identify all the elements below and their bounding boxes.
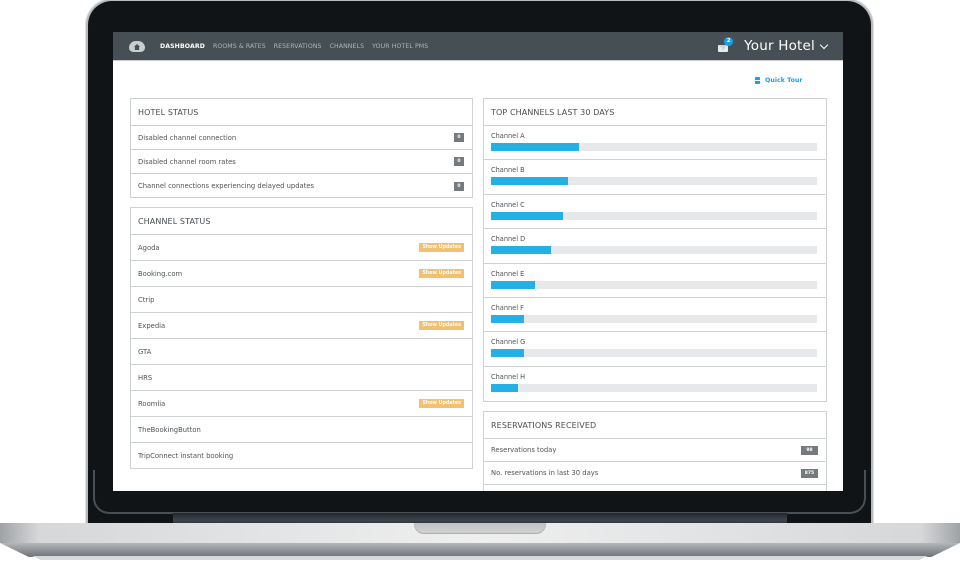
count-badge: 0 bbox=[454, 181, 464, 191]
channel-name: Expedia bbox=[138, 321, 166, 330]
panel-title: HOTEL STATUS bbox=[131, 99, 472, 126]
nav-dashboard[interactable]: DASHBOARD bbox=[160, 43, 205, 50]
channel-bar-row: Channel E bbox=[484, 264, 826, 298]
channel-status-row: Booking.com Show Updates bbox=[131, 261, 472, 287]
book-icon bbox=[755, 77, 760, 84]
channel-name: Booking.com bbox=[138, 269, 183, 278]
channel-bar-fill bbox=[491, 314, 524, 323]
show-updates-button[interactable]: Show Updates bbox=[419, 243, 464, 252]
show-updates-button[interactable]: Show Updates bbox=[419, 399, 464, 408]
channel-status-row: Agoda Show Updates bbox=[131, 235, 472, 261]
channel-bar-label: Channel B bbox=[491, 166, 525, 175]
laptop-base-notch bbox=[414, 523, 546, 534]
laptop-base-bevel bbox=[0, 543, 960, 557]
channel-bar-row: Channel C bbox=[484, 195, 826, 230]
channel-name: Ctrip bbox=[138, 295, 155, 304]
count-badge: 0 bbox=[454, 157, 464, 166]
mail-count-badge: 2 bbox=[724, 36, 734, 46]
channel-bar-fill bbox=[491, 143, 580, 151]
channel-bar-track bbox=[491, 280, 817, 289]
channel-bar-fill bbox=[491, 280, 535, 289]
channel-status-panel: CHANNEL STATUS Agoda Show Updates Booking.… bbox=[130, 207, 473, 469]
reservations-panel: RESERVATIONS RECEIVED Reservations today… bbox=[483, 411, 827, 491]
channel-name: Agoda bbox=[138, 243, 160, 252]
laptop-base-foot bbox=[32, 556, 928, 560]
channel-name: TripConnect instant booking bbox=[138, 452, 234, 460]
quick-tour-link[interactable]: Quick Tour bbox=[755, 77, 802, 84]
channel-name: Roomlia bbox=[138, 399, 166, 408]
channel-bar-track bbox=[491, 246, 817, 255]
channel-name: HRS bbox=[138, 373, 153, 382]
channel-name: TheBookingButton bbox=[138, 425, 201, 434]
channel-bar-fill bbox=[491, 383, 519, 392]
channel-bar-track bbox=[491, 211, 817, 220]
channel-bar-track bbox=[491, 349, 817, 358]
channel-status-row: TheBookingButton bbox=[131, 417, 472, 443]
status-row: Disabled channel connection 0 bbox=[131, 126, 472, 150]
reservation-label: Reservations today bbox=[491, 446, 557, 454]
channel-bar-label: Channel D bbox=[491, 235, 526, 244]
home-cloud-icon[interactable] bbox=[129, 40, 145, 52]
chevron-down-icon[interactable] bbox=[819, 40, 829, 49]
channel-bar-track bbox=[491, 177, 817, 186]
channel-status-row: HRS bbox=[131, 365, 472, 391]
channel-bar-fill bbox=[491, 177, 568, 186]
status-row: Disabled channel room rates 0 bbox=[131, 150, 472, 174]
top-navbar: DASHBOARD ROOMS & RATES RESERVATIONS CHA… bbox=[113, 32, 843, 61]
reservation-row: No. reservations in last 30 days 875 bbox=[484, 462, 826, 485]
channel-bar-row: Channel A bbox=[484, 126, 826, 161]
hotel-name-menu[interactable]: Your Hotel bbox=[744, 38, 815, 54]
channel-bar-row: Channel B bbox=[484, 160, 826, 195]
channel-bar-row: Channel F bbox=[484, 298, 826, 333]
nav-your-hotel-pms[interactable]: YOUR HOTEL PMS bbox=[372, 43, 428, 50]
channel-bar-label: Channel G bbox=[491, 338, 526, 347]
channel-bar-label: Channel H bbox=[491, 372, 526, 381]
channel-bar-label: Channel C bbox=[491, 200, 525, 209]
hotel-status-panel: HOTEL STATUS Disabled channel connection… bbox=[130, 98, 473, 198]
panel-title: RESERVATIONS RECEIVED bbox=[484, 412, 826, 439]
channel-status-row: Ctrip bbox=[131, 287, 472, 313]
count-badge: 0 bbox=[454, 133, 464, 142]
channel-name: GTA bbox=[138, 347, 152, 356]
channel-status-row: GTA bbox=[131, 339, 472, 365]
nav-channels[interactable]: CHANNELS bbox=[330, 43, 365, 50]
channel-status-row: Roomlia Show Updates bbox=[131, 391, 472, 417]
panel-title: TOP CHANNELS LAST 30 DAYS bbox=[484, 99, 826, 126]
channel-bar-fill bbox=[491, 349, 524, 358]
channel-bar-track bbox=[491, 143, 817, 151]
channel-bar-label: Channel F bbox=[491, 303, 524, 312]
mail-icon[interactable]: 2 bbox=[718, 36, 734, 52]
panel-title: CHANNEL STATUS bbox=[131, 208, 472, 235]
show-updates-button[interactable]: Show Updates bbox=[419, 269, 464, 278]
show-updates-button[interactable]: Show Updates bbox=[419, 321, 464, 330]
count-badge: 875 bbox=[801, 468, 818, 478]
channel-bar-row: Channel D bbox=[484, 229, 826, 264]
status-row: Channel connections experiencing delayed… bbox=[131, 174, 472, 198]
channel-status-row: Expedia Show Updates bbox=[131, 313, 472, 339]
count-badge: 98 bbox=[801, 445, 818, 455]
status-label: Disabled channel connection bbox=[138, 133, 237, 142]
nav-rooms-rates[interactable]: ROOMS & RATES bbox=[213, 43, 266, 50]
channel-bar-row: Channel H bbox=[484, 367, 826, 401]
quick-tour-label: Quick Tour bbox=[765, 77, 803, 84]
status-label: Channel connections experiencing delayed… bbox=[138, 182, 315, 190]
screen: DASHBOARD ROOMS & RATES RESERVATIONS CHA… bbox=[113, 32, 843, 491]
channel-bar-label: Channel E bbox=[491, 269, 525, 278]
channel-bar-track bbox=[491, 383, 817, 392]
reservation-label: No. reservations in last 30 days bbox=[491, 469, 599, 477]
channel-bar-fill bbox=[491, 246, 552, 255]
reservation-row: Reservations today 98 bbox=[484, 439, 826, 462]
channel-bar-track bbox=[491, 314, 817, 323]
channel-bar-fill bbox=[491, 211, 563, 220]
channel-status-row: TripConnect instant booking bbox=[131, 443, 472, 469]
nav-reservations[interactable]: RESERVATIONS bbox=[274, 43, 322, 50]
top-channels-panel: TOP CHANNELS LAST 30 DAYS Channel A Chann… bbox=[483, 98, 827, 402]
channel-bar-row: Channel G bbox=[484, 332, 826, 367]
channel-bar-label: Channel A bbox=[491, 132, 525, 140]
status-label: Disabled channel room rates bbox=[138, 157, 236, 166]
